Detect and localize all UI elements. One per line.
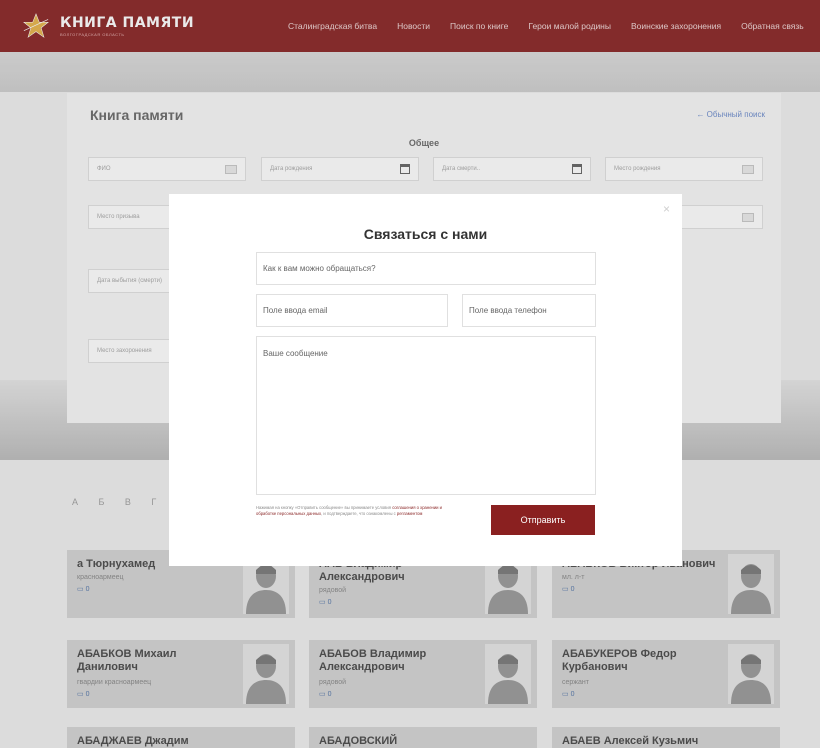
name-input[interactable] [256, 252, 596, 285]
regulation-link[interactable]: регламентом [397, 511, 422, 516]
modal-title: Связаться с нами [363, 226, 488, 242]
email-input[interactable] [256, 294, 448, 327]
submit-button[interactable]: Отправить [491, 505, 595, 535]
message-textarea[interactable] [256, 336, 596, 495]
phone-input[interactable] [462, 294, 596, 327]
close-icon[interactable]: × [663, 202, 670, 216]
consent-text: Нажимая на кнопку «Отправить сообщение» … [256, 505, 443, 516]
contact-modal: × Связаться с нами Нажимая на кнопку «От… [169, 194, 682, 566]
